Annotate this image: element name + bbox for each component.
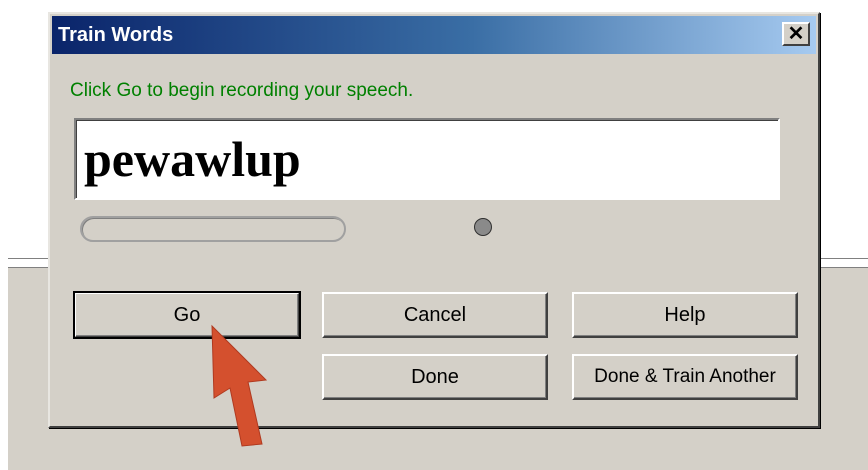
cancel-button[interactable]: Cancel — [322, 292, 548, 338]
word-display: pewawlup — [74, 118, 780, 200]
train-words-dialog: Train Words ✕ Click Go to begin recordin… — [48, 12, 820, 428]
close-icon: ✕ — [787, 23, 805, 45]
help-button[interactable]: Help — [572, 292, 798, 338]
done-train-another-button[interactable]: Done & Train Another — [572, 354, 798, 400]
close-button[interactable]: ✕ — [782, 22, 810, 46]
background-divider-left — [8, 258, 48, 268]
instruction-text: Click Go to begin recording your speech. — [70, 80, 414, 101]
dialog-titlebar[interactable]: Train Words ✕ — [52, 16, 816, 54]
dialog-title: Train Words — [58, 24, 174, 46]
done-button[interactable]: Done — [322, 354, 548, 400]
recording-progress-bar — [80, 216, 346, 242]
background-divider-right — [818, 258, 868, 268]
recording-indicator-icon — [474, 218, 492, 236]
word-text: pewawlup — [84, 131, 301, 187]
red-arrow-icon — [211, 324, 268, 447]
